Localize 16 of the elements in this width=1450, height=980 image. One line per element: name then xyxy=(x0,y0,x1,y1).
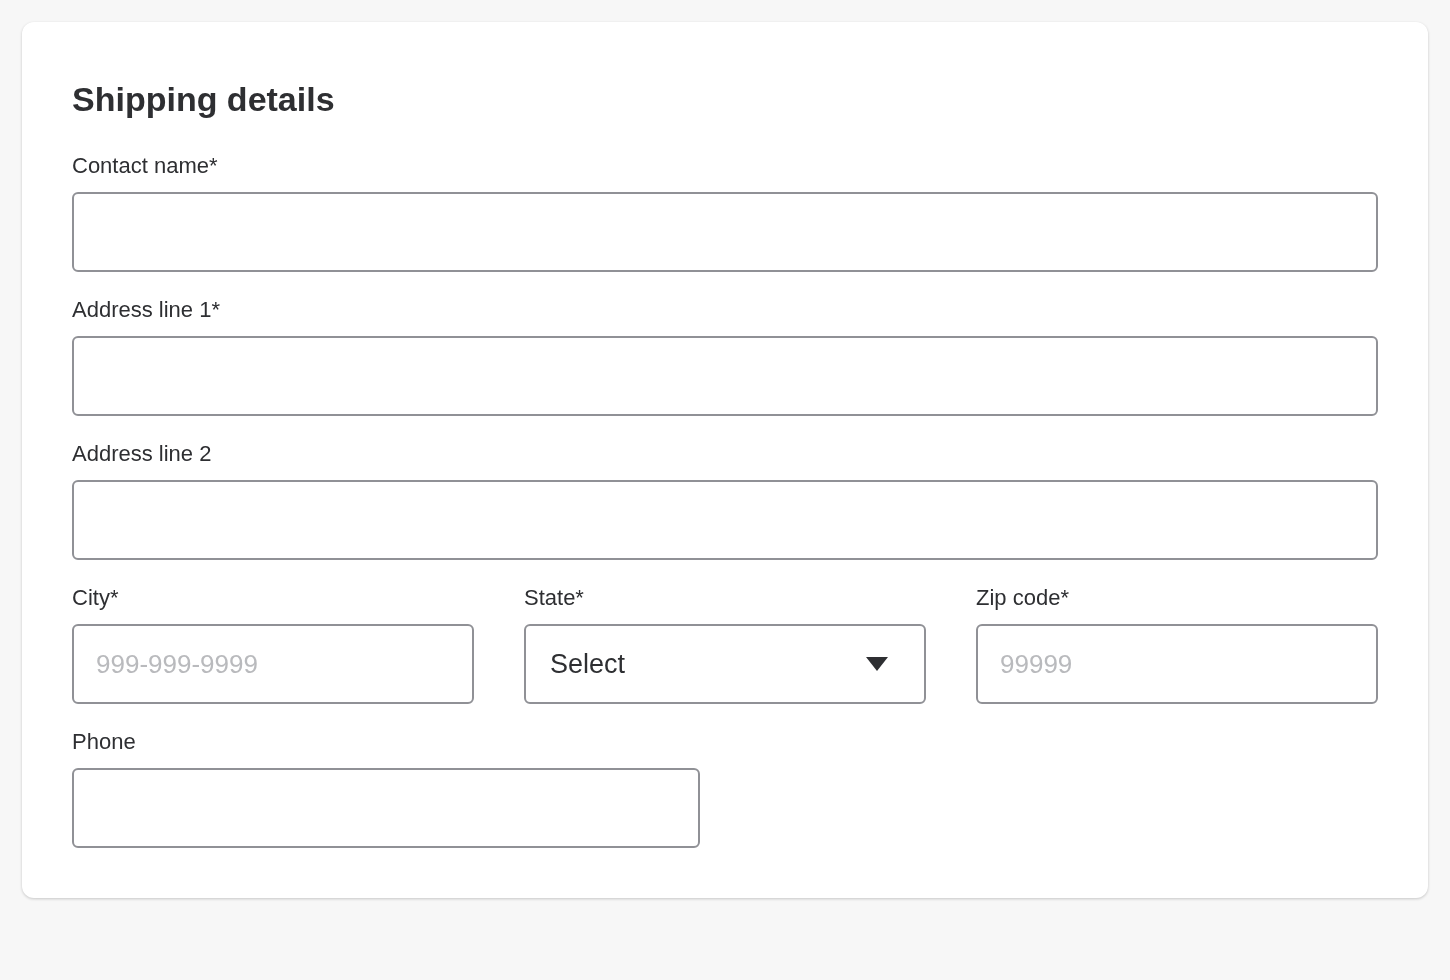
field-label: Address line 1* xyxy=(72,296,221,324)
field-label: State* xyxy=(524,584,585,612)
text-input-field[interactable] xyxy=(72,192,1378,272)
field-label: City* xyxy=(72,584,120,612)
caret-icon xyxy=(866,657,888,671)
field-label: Address line 2 xyxy=(72,440,213,468)
field-label: Contact name* xyxy=(72,152,219,180)
state-dropdown[interactable]: Select xyxy=(524,624,926,704)
field-label: Zip code* xyxy=(976,584,1070,612)
field-label: Phone xyxy=(72,728,137,756)
form-title: Shipping details xyxy=(72,79,336,120)
text-input-field[interactable]: 99999 xyxy=(976,624,1378,704)
text-input-field[interactable] xyxy=(72,768,700,848)
text-input-field[interactable] xyxy=(72,336,1378,416)
text-input-field[interactable]: 999-999-9999 xyxy=(72,624,474,704)
text-input-field[interactable] xyxy=(72,480,1378,560)
